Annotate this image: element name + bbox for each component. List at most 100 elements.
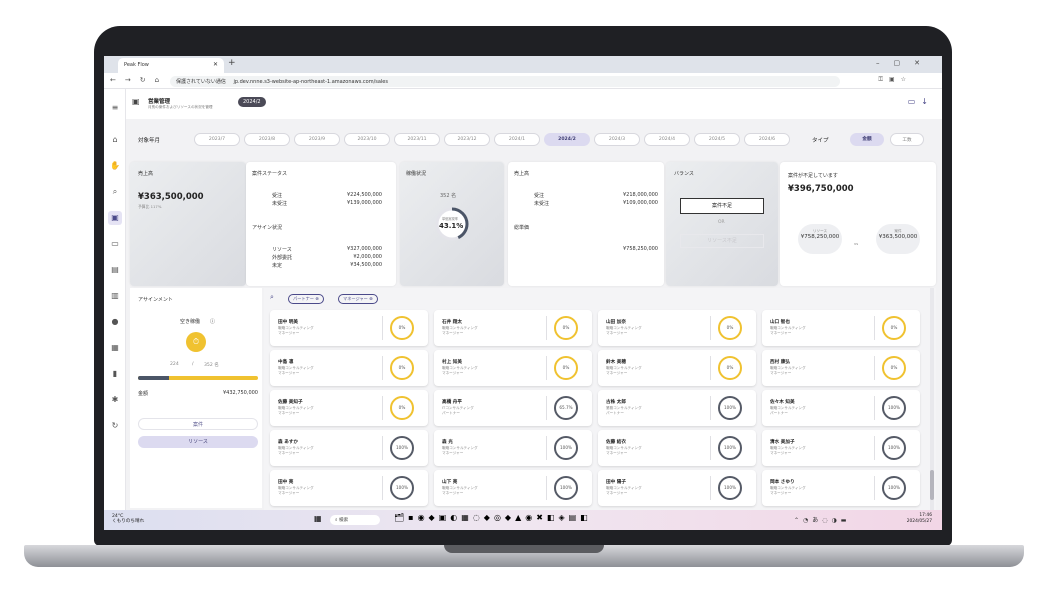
month-filter: 対象年月 2023/7 2023/8 2023/9 2023/10 2023/1… [126, 119, 942, 157]
chip-label: パートナー [293, 296, 314, 301]
person-card[interactable]: 中島 凛戦略コンサルティング マネージャー 0% [270, 350, 428, 386]
person-card[interactable]: 西村 康弘 戦略コンサルティング マネージャー 0% [762, 350, 920, 386]
id-card-icon[interactable]: ▦ [108, 341, 122, 355]
handshake-icon[interactable]: ✋ [108, 159, 122, 173]
month-chip[interactable]: 2023/10 [344, 133, 390, 146]
person-card[interactable]: 森 光戦略コンサルティング マネージャー 100% [434, 430, 592, 466]
filter-chip-partner[interactable]: パートナー ⊗ [288, 294, 324, 304]
month-chip[interactable]: 2023/8 [244, 133, 290, 146]
nav-icons[interactable]: ←→↻⌂ [110, 76, 168, 84]
taskbar-clock[interactable]: 17:46 2024/05/27 [907, 513, 932, 525]
type-hours-button[interactable]: 工数 [890, 133, 924, 146]
refresh-icon[interactable]: ↻ [108, 419, 122, 433]
help-icon[interactable]: ⓘ [210, 318, 215, 325]
total-label: 総単価 [514, 225, 530, 231]
person-name: 田中 明美 [278, 320, 298, 325]
system-tray-icons[interactable]: ⌃◔あ◌◑▬ [794, 515, 850, 524]
person-role: パートナー [770, 411, 788, 415]
person-card[interactable]: 山田 加奈 戦略コンサルティング マネージャー 0% [598, 310, 756, 346]
menu-icon[interactable]: ≡ [108, 101, 122, 115]
utilization-ring: 100% [718, 396, 742, 420]
url-field[interactable]: 保護されていない通信 jp.dev.nnne.s3-website-ap-nor… [170, 76, 840, 87]
person-card[interactable]: 田中 陽子 戦略コンサルティング マネージャー 100% [598, 470, 756, 506]
person-name: 森 あすか [278, 440, 298, 445]
month-chip[interactable]: 2024/1 [494, 133, 540, 146]
person-card[interactable]: 清水 美加子 戦略コンサルティング マネージャー 100% [762, 430, 920, 466]
person-role: マネージャー [606, 331, 628, 335]
search-doc-icon[interactable]: ⌕ [108, 185, 122, 199]
monitor-icon[interactable]: ▭↓ [908, 97, 934, 106]
new-tab-icon[interactable]: + [228, 58, 236, 68]
url-text: jp.dev.nnne.s3-website-ap-northeast-1.am… [233, 79, 388, 85]
revenue-row: 受注 ¥218,000,000 [534, 192, 658, 199]
person-card[interactable]: 鈴木 美穂 戦略コンサルティング マネージャー 0% [598, 350, 756, 386]
building-icon[interactable]: ▥ [108, 289, 122, 303]
person-role: マネージャー [606, 491, 628, 495]
board-icon[interactable]: ▭ [108, 237, 122, 251]
person-card[interactable]: 山下 亮戦略コンサルティング マネージャー 100% [434, 470, 592, 506]
person-card[interactable]: 岡本 さゆり 戦略コンサルティング マネージャー 100% [762, 470, 920, 506]
weather-text: くもりのち晴れ [112, 519, 145, 524]
type-amount-button[interactable]: 金額 [850, 133, 884, 146]
month-chip[interactable]: 2024/5 [694, 133, 740, 146]
chart-icon[interactable]: ▮ [108, 367, 122, 381]
month-chip[interactable]: 2024/3 [594, 133, 640, 146]
month-chip[interactable]: 2023/11 [394, 133, 440, 146]
laptop-notch [444, 545, 604, 553]
person-card[interactable]: 佐藤 結衣 戦略コンサルティング マネージャー 100% [598, 430, 756, 466]
browser-tab[interactable]: Peak Flow ✕ [118, 58, 224, 73]
url-warning: 保護されていない通信 [176, 79, 226, 85]
search-icon[interactable]: ⌕ [270, 293, 274, 302]
person-card[interactable]: 佐藤 美知子 戦略コンサルティング マネージャー 0% [270, 390, 428, 426]
utilization-ring: 65.7% [554, 396, 578, 420]
app-sidebar: ≡ ⌂ ✋ ⌕ ▣ ▭ ▤ ▥ ● ▦ ▮ ✱ ↻ [104, 89, 126, 510]
scrollbar-thumb[interactable] [930, 470, 934, 500]
month-chip-active[interactable]: 2024/2 [544, 133, 590, 146]
person-name: 佐藤 美知子 [278, 400, 303, 405]
revenue-title: 売上高 [514, 171, 530, 177]
month-chip[interactable]: 2024/4 [644, 133, 690, 146]
assignment-panel: アサインメント 空き稼働 ⓘ ⏱ 224 / 352 名 金額 ¥432,750,… [130, 288, 262, 508]
weather-widget[interactable]: 24°C くもりのち晴れ [112, 514, 144, 524]
month-chip[interactable]: 2024/6 [744, 133, 790, 146]
assign-row-value: ¥34,500,000 [350, 262, 382, 268]
month-chip[interactable]: 2023/12 [444, 133, 490, 146]
person-card[interactable]: 田中 明美 戦略コンサルティング マネージャー 0% [270, 310, 428, 346]
taskbar-app-icons[interactable]: 🗂▪◉◆▣◐▦◌◆◎◆▲◉✖◧◈▤◧ [394, 513, 592, 522]
deal-row: 受注 ¥224,500,000 [272, 192, 382, 199]
person-card[interactable]: 高橋 舟平 ITコンサルティング パートナー 65.7% [434, 390, 592, 426]
person-name: 佐々木 知美 [770, 400, 795, 405]
person-card[interactable]: 村上 知美 戦略コンサルティング マネージャー 0% [434, 350, 592, 386]
sales-icon[interactable]: ▣ [108, 211, 122, 225]
document-icon[interactable]: ▤ [108, 263, 122, 277]
star-icon[interactable]: ⚿▣☆ [878, 76, 912, 84]
person-card[interactable]: 石井 翔太 戦略コンサルティング マネージャー 0% [434, 310, 592, 346]
deal-shortage-button[interactable]: 案件不足 [680, 198, 764, 214]
utilization-ring: 100% [882, 396, 906, 420]
user-icon[interactable]: ● [108, 315, 122, 329]
person-name: 村上 知美 [442, 360, 462, 365]
person-card[interactable]: 山口 智也 戦略コンサルティング マネージャー 0% [762, 310, 920, 346]
person-card[interactable]: 森 あすか 戦略コンサルティング マネージャー 100% [270, 430, 428, 466]
close-icon[interactable]: ✕ [213, 61, 218, 68]
month-chip[interactable]: 2023/7 [194, 133, 240, 146]
gear-icon[interactable]: ✱ [108, 393, 122, 407]
sales-title: 売上高 [138, 171, 154, 177]
person-name: 森 光 [442, 440, 453, 445]
resource-toggle-button[interactable]: リソース [138, 436, 258, 448]
taskbar-search[interactable]: ⌕ 検索 [330, 515, 380, 525]
person-card[interactable]: 佐々木 知美 戦略コンサルティング パートナー 100% [762, 390, 920, 426]
deal-row-value: ¥224,500,000 [347, 192, 382, 198]
window-controls[interactable]: –▢✕ [876, 59, 934, 67]
windows-start-icon[interactable]: ▦ [314, 514, 327, 523]
home-icon[interactable]: ⌂ [108, 133, 122, 147]
resource-shortage-button[interactable]: リソース不足 [680, 234, 764, 248]
deal-status-title: 案件ステータス [252, 171, 288, 177]
screen: Peak Flow ✕ + –▢✕ ←→↻⌂ 保護されていない通信 jp.dev… [104, 56, 942, 530]
deal-toggle-button[interactable]: 案件 [138, 418, 258, 430]
card-divider [546, 436, 547, 460]
person-card[interactable]: 田中 亮戦略コンサルティング マネージャー 100% [270, 470, 428, 506]
month-chip[interactable]: 2023/9 [294, 133, 340, 146]
filter-chip-manager[interactable]: マネージャー ⊗ [338, 294, 378, 304]
person-card[interactable]: 古株 太郎 業務コンサルティング パートナー 100% [598, 390, 756, 426]
